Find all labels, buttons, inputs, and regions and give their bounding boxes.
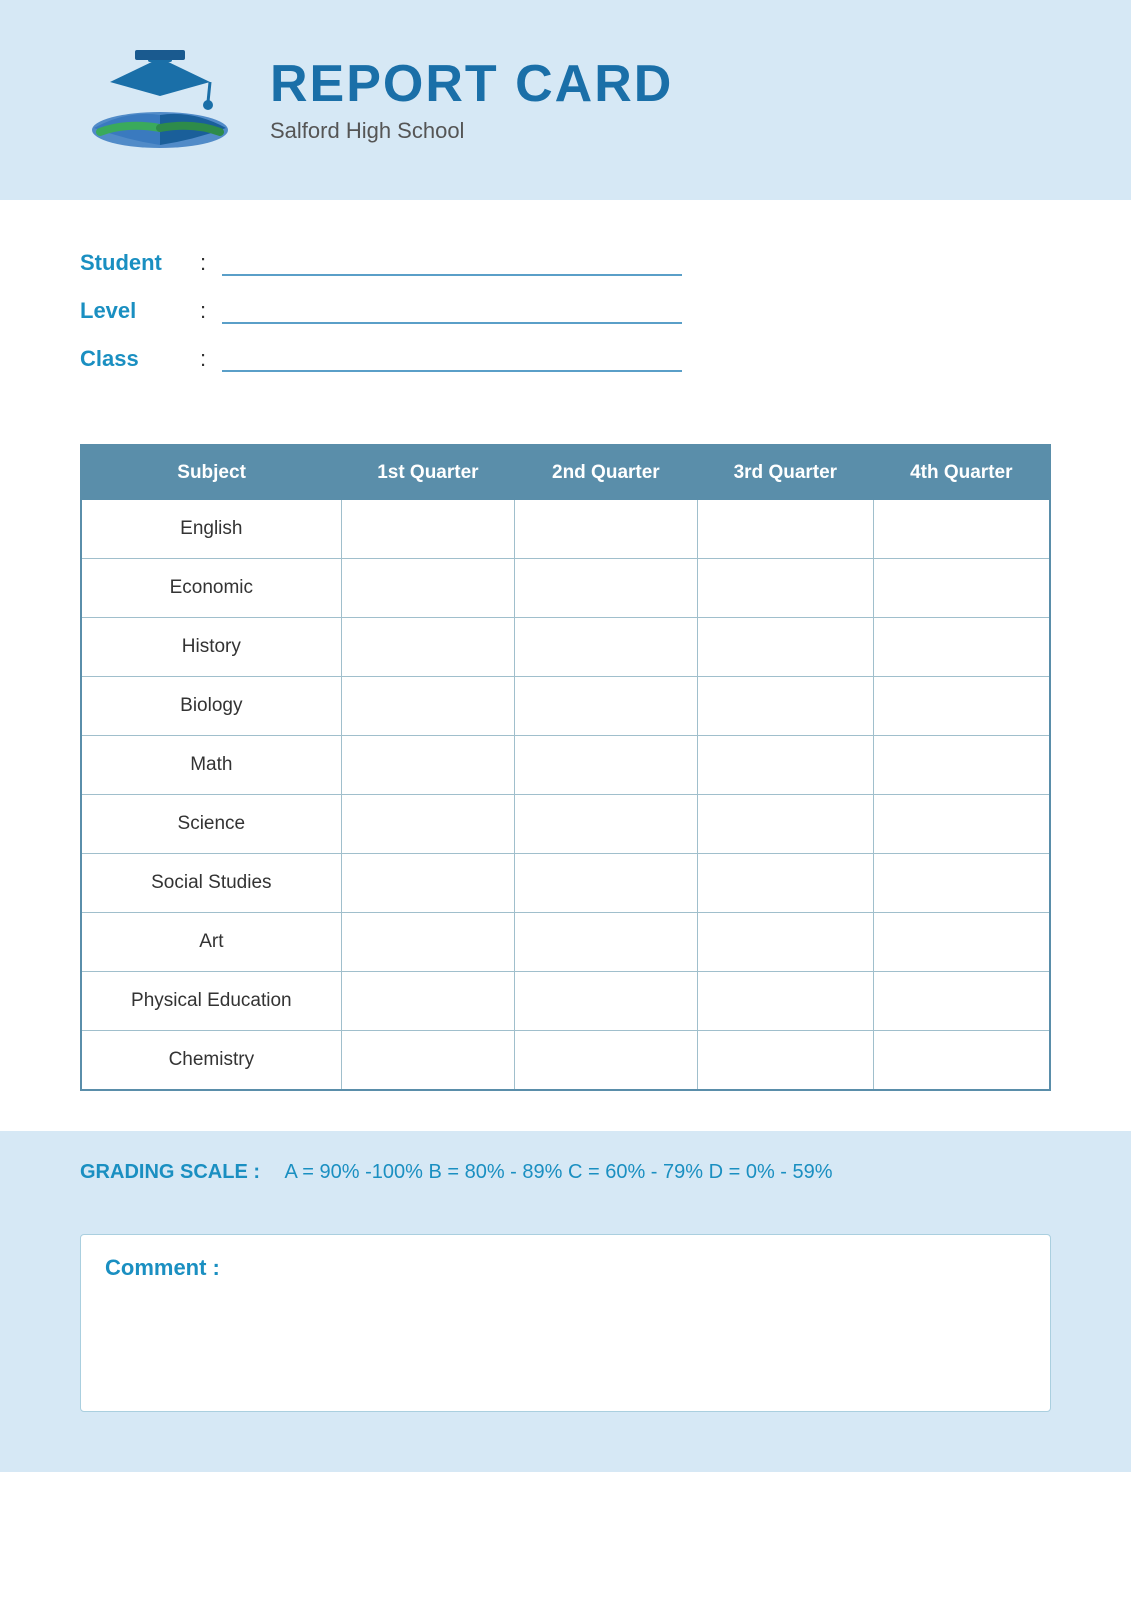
col-q1: 1st Quarter xyxy=(341,445,514,500)
q4-cell[interactable] xyxy=(874,618,1050,677)
comment-section: Comment : xyxy=(0,1214,1131,1472)
q3-cell[interactable] xyxy=(697,736,873,795)
q3-cell[interactable] xyxy=(697,559,873,618)
q3-cell[interactable] xyxy=(697,972,873,1031)
table-row: Social Studies xyxy=(81,854,1050,913)
class-input[interactable] xyxy=(222,348,682,372)
comment-label: Comment : xyxy=(105,1255,1026,1281)
q4-cell[interactable] xyxy=(874,500,1050,559)
level-input[interactable] xyxy=(222,300,682,324)
q3-cell[interactable] xyxy=(697,677,873,736)
q3-cell[interactable] xyxy=(697,500,873,559)
q1-cell[interactable] xyxy=(341,972,514,1031)
subject-cell: History xyxy=(81,618,341,677)
subject-cell: Art xyxy=(81,913,341,972)
q1-cell[interactable] xyxy=(341,795,514,854)
class-row: Class : xyxy=(80,346,1051,372)
logo xyxy=(80,40,240,160)
title-block: REPORT CARD Salford High School xyxy=(270,56,673,143)
col-q4: 4th Quarter xyxy=(874,445,1050,500)
q3-cell[interactable] xyxy=(697,618,873,677)
q1-cell[interactable] xyxy=(341,1031,514,1091)
q2-cell[interactable] xyxy=(515,677,698,736)
q2-cell[interactable] xyxy=(515,854,698,913)
q2-cell[interactable] xyxy=(515,1031,698,1091)
student-row: Student : xyxy=(80,250,1051,276)
q4-cell[interactable] xyxy=(874,736,1050,795)
level-label: Level xyxy=(80,298,190,324)
subject-cell: English xyxy=(81,500,341,559)
q4-cell[interactable] xyxy=(874,854,1050,913)
student-info-section: Student : Level : Class : xyxy=(0,200,1131,424)
grading-section: GRADING SCALE : A = 90% -100% B = 80% - … xyxy=(0,1131,1131,1214)
student-label: Student xyxy=(80,250,190,276)
class-label: Class xyxy=(80,346,190,372)
col-subject: Subject xyxy=(81,445,341,500)
table-row: Biology xyxy=(81,677,1050,736)
grading-scale-values: A = 90% -100% B = 80% - 89% C = 60% - 79… xyxy=(284,1161,832,1183)
grading-scale-label: GRADING SCALE : xyxy=(80,1161,260,1183)
q3-cell[interactable] xyxy=(697,854,873,913)
table-row: History xyxy=(81,618,1050,677)
subject-cell: Social Studies xyxy=(81,854,341,913)
header-section: REPORT CARD Salford High School xyxy=(0,0,1131,200)
report-card-title: REPORT CARD xyxy=(270,56,673,113)
comment-content[interactable] xyxy=(105,1291,1026,1391)
subject-cell: Physical Education xyxy=(81,972,341,1031)
q2-cell[interactable] xyxy=(515,972,698,1031)
table-row: Science xyxy=(81,795,1050,854)
q1-cell[interactable] xyxy=(341,913,514,972)
q1-cell[interactable] xyxy=(341,500,514,559)
table-row: Economic xyxy=(81,559,1050,618)
q4-cell[interactable] xyxy=(874,972,1050,1031)
q1-cell[interactable] xyxy=(341,618,514,677)
q3-cell[interactable] xyxy=(697,913,873,972)
table-row: Math xyxy=(81,736,1050,795)
q4-cell[interactable] xyxy=(874,795,1050,854)
q4-cell[interactable] xyxy=(874,1031,1050,1091)
col-q3: 3rd Quarter xyxy=(697,445,873,500)
q1-cell[interactable] xyxy=(341,854,514,913)
grades-table: Subject 1st Quarter 2nd Quarter 3rd Quar… xyxy=(80,444,1051,1091)
class-colon: : xyxy=(200,346,206,372)
q4-cell[interactable] xyxy=(874,677,1050,736)
table-header-row: Subject 1st Quarter 2nd Quarter 3rd Quar… xyxy=(81,445,1050,500)
subject-cell: Biology xyxy=(81,677,341,736)
comment-box: Comment : xyxy=(80,1234,1051,1412)
table-row: Chemistry xyxy=(81,1031,1050,1091)
q2-cell[interactable] xyxy=(515,500,698,559)
subject-cell: Science xyxy=(81,795,341,854)
level-row: Level : xyxy=(80,298,1051,324)
q2-cell[interactable] xyxy=(515,559,698,618)
q1-cell[interactable] xyxy=(341,559,514,618)
table-row: English xyxy=(81,500,1050,559)
student-input[interactable] xyxy=(222,252,682,276)
q4-cell[interactable] xyxy=(874,913,1050,972)
subject-cell: Chemistry xyxy=(81,1031,341,1091)
q2-cell[interactable] xyxy=(515,795,698,854)
subject-cell: Math xyxy=(81,736,341,795)
table-row: Physical Education xyxy=(81,972,1050,1031)
q2-cell[interactable] xyxy=(515,913,698,972)
q1-cell[interactable] xyxy=(341,736,514,795)
q1-cell[interactable] xyxy=(341,677,514,736)
q3-cell[interactable] xyxy=(697,795,873,854)
col-q2: 2nd Quarter xyxy=(515,445,698,500)
q2-cell[interactable] xyxy=(515,618,698,677)
table-row: Art xyxy=(81,913,1050,972)
subject-cell: Economic xyxy=(81,559,341,618)
table-section: Subject 1st Quarter 2nd Quarter 3rd Quar… xyxy=(0,424,1131,1121)
student-colon: : xyxy=(200,250,206,276)
q2-cell[interactable] xyxy=(515,736,698,795)
q3-cell[interactable] xyxy=(697,1031,873,1091)
school-name: Salford High School xyxy=(270,118,673,144)
q4-cell[interactable] xyxy=(874,559,1050,618)
level-colon: : xyxy=(200,298,206,324)
